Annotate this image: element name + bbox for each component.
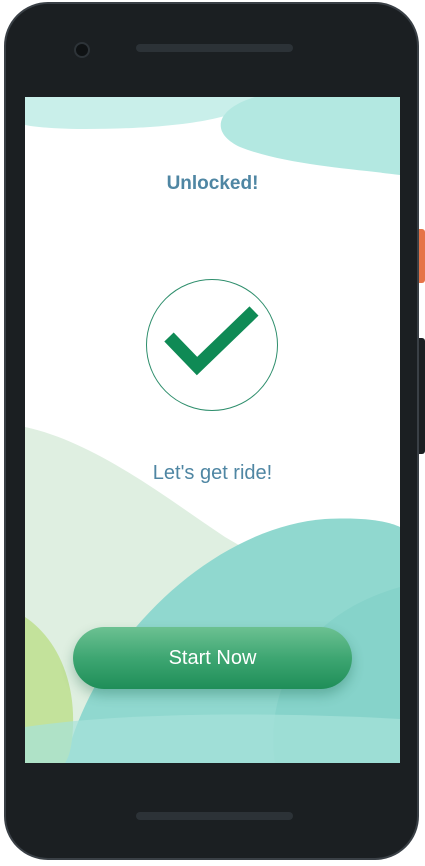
page-title: Unlocked! (166, 173, 259, 194)
checkmark-icon (164, 306, 259, 376)
camera-icon (74, 42, 90, 58)
bottom-speaker (136, 812, 293, 820)
app-screen: Unlocked! Let's get ride! Start Now (25, 97, 400, 763)
power-button (419, 229, 425, 283)
start-now-button[interactable]: Start Now (73, 627, 352, 689)
top-speaker (136, 44, 293, 52)
volume-button (419, 338, 425, 454)
status-message: Let's get ride! (152, 462, 273, 484)
success-badge (146, 279, 278, 411)
